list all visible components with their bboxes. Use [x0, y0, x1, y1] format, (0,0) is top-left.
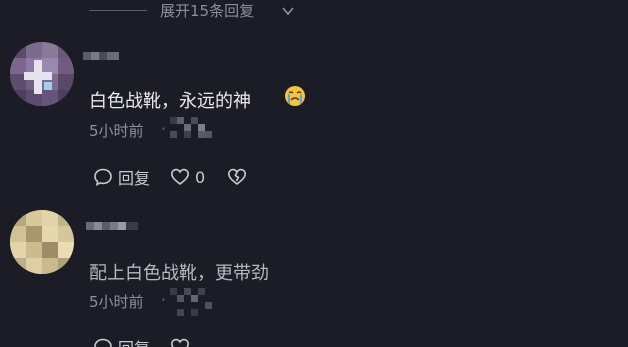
like-button[interactable] — [170, 337, 190, 347]
like-button[interactable]: 0 — [170, 167, 205, 187]
reply-button[interactable]: 回复 — [93, 335, 150, 347]
comment-bubble-icon — [94, 338, 112, 347]
avatar[interactable] — [10, 42, 74, 106]
comment-actions: 回复 0 — [93, 166, 247, 188]
expand-replies-button[interactable]: 展开15条回复 — [160, 0, 254, 22]
expand-replies-row[interactable]: 展开15条回复 — [0, 0, 628, 22]
dislike-button[interactable] — [227, 167, 247, 187]
comment-text: 配上白色战靴，更带劲 — [89, 263, 269, 284]
separator-dot: · — [161, 120, 166, 138]
heart-icon — [171, 168, 190, 186]
comment-timestamp: 5小时前 — [89, 293, 144, 311]
avatar[interactable] — [10, 210, 74, 274]
reply-label: 回复 — [118, 169, 151, 188]
like-count: 0 — [195, 167, 206, 187]
heart-icon — [171, 338, 190, 347]
chevron-down-icon — [282, 7, 294, 16]
separator-dot: · — [161, 291, 166, 309]
reply-button[interactable]: 回复 — [93, 165, 150, 189]
crying-face-icon — [285, 86, 305, 106]
broken-heart-icon — [228, 168, 247, 186]
comment-thread: 展开15条回复 白色战靴，永远的神 5小时前 · 回复 0 配上白色战靴，更带劲… — [0, 0, 628, 347]
reply-label: 回复 — [118, 335, 150, 347]
username-blurred[interactable] — [86, 222, 138, 240]
comment-actions: 回复 — [93, 336, 190, 347]
username-blurred[interactable] — [83, 52, 119, 70]
comment-timestamp: 5小时前 — [89, 122, 144, 140]
comment-text: 白色战靴，永远的神 — [89, 91, 251, 112]
divider-line — [89, 10, 147, 11]
location-blurred — [170, 117, 212, 143]
location-blurred — [170, 288, 218, 320]
comment-bubble-icon — [94, 168, 112, 186]
